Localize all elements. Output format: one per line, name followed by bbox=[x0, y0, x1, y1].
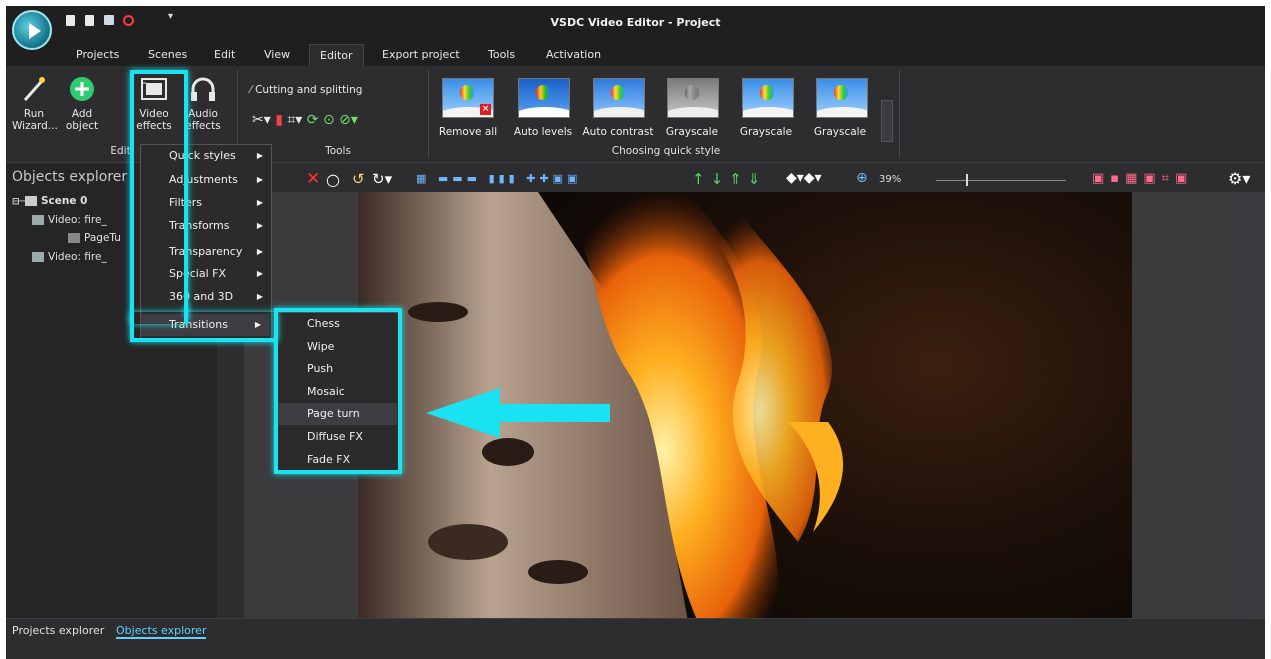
alignment-toolbar: ✕ ○ ↺ ↻▾ ▦ ▬▬▬ ▮▮▮ ✚✚▣▣ ↑↓⇑⇓ ◆▾◆▾ ⊕ 39% … bbox=[276, 168, 1262, 194]
objects-explorer-title: Objects explorer bbox=[12, 169, 128, 185]
submenu-arrow-icon: ▶ bbox=[256, 175, 263, 184]
app-window: ▾ VSDC Video Editor - Project Projects S… bbox=[6, 6, 1265, 659]
grid-icons[interactable]: ▣▪▦▣⌗▣ bbox=[1092, 171, 1193, 186]
submenu-arrow-icon: ▶ bbox=[256, 269, 263, 278]
quick-style-label: Grayscale bbox=[665, 126, 719, 138]
zoom-slider-thumb[interactable] bbox=[966, 174, 968, 186]
highlight-joint bbox=[184, 306, 188, 316]
submenu-arrow-icon: ▶ bbox=[256, 247, 263, 256]
title-bar: ▾ VSDC Video Editor - Project bbox=[6, 6, 1265, 44]
add-object-label: Add object bbox=[65, 108, 99, 132]
quick-style-group-label: Choosing quick style bbox=[611, 145, 721, 157]
submenu-arrow-icon: ▶ bbox=[256, 292, 263, 301]
menu-scenes[interactable]: Scenes bbox=[148, 48, 187, 61]
quick-style-grayscale-thumb[interactable] bbox=[667, 78, 719, 118]
tab-objects-explorer[interactable]: Objects explorer bbox=[116, 624, 207, 639]
vertical-scrollbar[interactable] bbox=[1246, 192, 1265, 632]
quick-style-label: Auto contrast bbox=[582, 126, 654, 138]
submenu-arrow-icon: ▶ bbox=[256, 198, 263, 207]
zoom-slider[interactable] bbox=[936, 180, 1066, 181]
align-icons[interactable]: ▦ ▬▬▬ ▮▮▮ ✚✚▣▣ bbox=[416, 172, 581, 185]
zoom-value[interactable]: 39% bbox=[879, 174, 901, 185]
highlight-transitions bbox=[130, 312, 278, 342]
tree-item-scene[interactable]: ⊟─ Scene 0 bbox=[12, 195, 87, 207]
menu-bar: Projects Scenes Edit View Editor Export … bbox=[6, 44, 1265, 67]
quick-style-label: Auto levels bbox=[513, 126, 573, 138]
quick-style-auto-contrast-thumb[interactable] bbox=[593, 78, 645, 118]
settings-icon[interactable]: ⚙▾ bbox=[1228, 169, 1250, 188]
headphones-icon bbox=[191, 77, 215, 101]
layer-icon[interactable]: ◆▾◆▾ bbox=[786, 170, 822, 186]
highlight-video-effects bbox=[130, 70, 188, 324]
audio-effects-button[interactable]: Audio effects bbox=[182, 74, 224, 132]
menu-tools[interactable]: Tools bbox=[488, 48, 515, 61]
magic-wand-icon bbox=[23, 77, 45, 101]
app-logo-icon[interactable] bbox=[12, 10, 52, 50]
circle-icon[interactable]: ○ bbox=[326, 170, 340, 189]
quick-style-label: Remove all bbox=[438, 126, 498, 138]
menu-activation[interactable]: Activation bbox=[546, 48, 601, 61]
menu-editor[interactable]: Editor bbox=[309, 44, 364, 67]
cutting-splitting-button[interactable]: ⁄ Cutting and splitting bbox=[250, 84, 362, 96]
menu-view[interactable]: View bbox=[264, 48, 290, 61]
window-title: VSDC Video Editor - Project bbox=[550, 16, 721, 29]
submenu-arrow-icon: ▶ bbox=[256, 151, 263, 160]
cut-icon[interactable]: ✂▾ bbox=[252, 112, 271, 128]
tab-projects-explorer[interactable]: Projects explorer bbox=[12, 624, 104, 637]
quick-style-label: Grayscale bbox=[739, 126, 793, 138]
speed-icon[interactable]: ⊙ bbox=[323, 112, 335, 128]
menu-projects[interactable]: Projects bbox=[76, 48, 119, 61]
rotate-icon[interactable]: ⟳ bbox=[307, 112, 319, 128]
delete-icon[interactable]: ✕ bbox=[306, 169, 320, 189]
redo-icon[interactable]: ↻▾ bbox=[372, 170, 392, 188]
crop-icon[interactable]: ⌗▾ bbox=[287, 112, 302, 128]
submenu-arrow-icon: ▶ bbox=[256, 221, 263, 230]
tree-item-effect[interactable]: PageTu bbox=[68, 232, 121, 244]
tree-item-video[interactable]: Video: fire_ bbox=[32, 214, 107, 226]
quick-style-scroll[interactable] bbox=[881, 100, 893, 142]
effect-icon bbox=[68, 233, 80, 243]
arrow-pointer-icon bbox=[426, 388, 610, 438]
menu-export-project[interactable]: Export project bbox=[382, 48, 460, 61]
remove-icon: × bbox=[480, 104, 491, 115]
quick-style-remove-all-thumb[interactable]: × bbox=[442, 78, 494, 118]
collapse-icon[interactable]: ⊟─ bbox=[12, 197, 25, 207]
video-icon bbox=[32, 252, 44, 262]
audio-effects-label: Audio effects bbox=[185, 108, 221, 132]
video-icon bbox=[32, 215, 44, 225]
add-object-button[interactable]: Add object bbox=[62, 74, 102, 132]
cutting-splitting-label: Cutting and splitting bbox=[255, 84, 363, 96]
stabilize-icon[interactable]: ⊘▾ bbox=[339, 112, 358, 128]
quick-style-grayscale-thumb[interactable] bbox=[816, 78, 868, 118]
run-wizard-button[interactable]: Run Wizard... bbox=[12, 74, 58, 132]
quick-style-label: Grayscale bbox=[813, 126, 867, 138]
tools-icons-row: ✂▾ ▮ ⌗▾ ⟳ ⊙ ⊘▾ bbox=[252, 112, 358, 128]
highlight-submenu bbox=[274, 308, 402, 474]
quick-style-grayscale-thumb[interactable] bbox=[742, 78, 794, 118]
arrow-up-icon[interactable]: ↑↓⇑⇓ bbox=[692, 170, 766, 188]
add-icon bbox=[70, 77, 94, 101]
ribbon-separator bbox=[899, 70, 900, 158]
split-icon[interactable]: ▮ bbox=[275, 112, 283, 128]
zoom-icon[interactable]: ⊕ bbox=[856, 170, 868, 186]
ribbon-separator bbox=[428, 70, 429, 158]
menu-edit[interactable]: Edit bbox=[214, 48, 235, 61]
tree-item-video[interactable]: Video: fire_ bbox=[32, 251, 107, 263]
quick-style-auto-levels-thumb[interactable] bbox=[518, 78, 570, 118]
run-wizard-label: Run Wizard... bbox=[12, 108, 58, 132]
tools-group-label: Tools bbox=[325, 145, 351, 157]
scene-icon bbox=[24, 196, 37, 206]
undo-icon[interactable]: ↺ bbox=[352, 170, 365, 188]
